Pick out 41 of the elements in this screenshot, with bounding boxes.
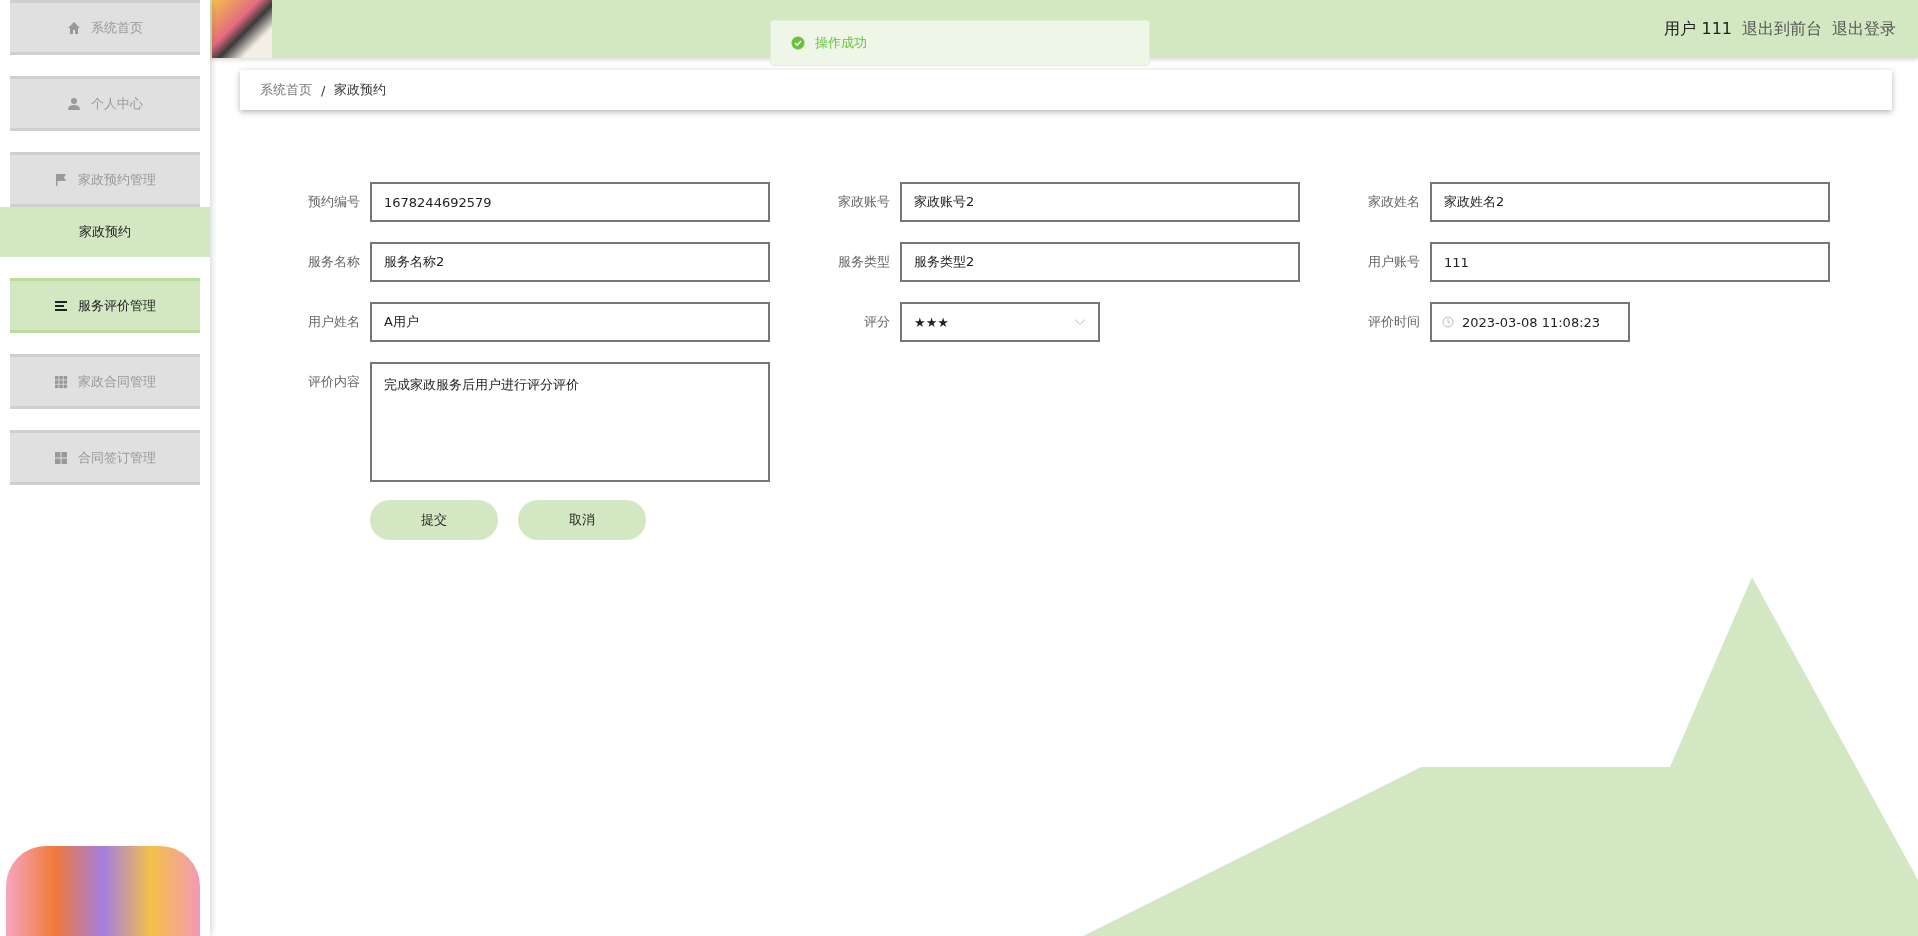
clock-icon (1442, 316, 1454, 328)
toast-message: 操作成功 (815, 34, 867, 52)
field-label: 家政姓名 (1367, 193, 1420, 211)
logo-placeholder (212, 0, 272, 58)
field-label: 评价内容 (307, 373, 360, 391)
field-label: 评价时间 (1367, 313, 1420, 331)
chevron-down-icon (1074, 318, 1086, 326)
text-field[interactable]: 1678244692579 (370, 182, 770, 222)
rating-select[interactable]: ★★★ (900, 302, 1100, 342)
field-label: 服务名称 (307, 253, 360, 271)
field-label: 用户姓名 (307, 313, 360, 331)
text-field[interactable]: 服务类型2 (900, 242, 1300, 282)
field-label: 家政账号 (837, 193, 890, 211)
header-link[interactable]: 退出到前台 (1742, 18, 1822, 40)
datetime-field[interactable]: 2023-03-08 11:08:23 (1430, 302, 1630, 342)
field-label: 服务类型 (837, 253, 890, 271)
flag-icon (54, 172, 68, 187)
textarea-field[interactable]: 完成家政服务后用户进行评分评价 (370, 362, 770, 482)
text-field[interactable]: 111 (1430, 242, 1830, 282)
form-button[interactable]: 取消 (518, 500, 646, 540)
text-field[interactable]: 家政姓名2 (1430, 182, 1830, 222)
home-icon (67, 20, 81, 35)
sidebar-item[interactable]: 服务评价管理 (10, 278, 200, 333)
submenu-item[interactable]: 家政预约 (0, 207, 210, 257)
dashboard-icon (54, 450, 68, 465)
user-name: 用户 111 (1664, 18, 1732, 40)
check-circle-icon (791, 36, 805, 50)
text-field[interactable]: 服务名称2 (370, 242, 770, 282)
text-field[interactable]: 家政账号2 (900, 182, 1300, 222)
breadcrumb-link[interactable]: 系统首页 (260, 81, 312, 99)
header-link[interactable]: 退出登录 (1832, 18, 1896, 40)
field-label: 用户账号 (1367, 253, 1420, 271)
user-icon (67, 96, 81, 111)
field-label: 评分 (863, 313, 890, 331)
breadcrumb-link[interactable]: 家政预约 (334, 81, 387, 99)
field-label: 预约编号 (307, 193, 360, 211)
form-button[interactable]: 提交 (370, 500, 498, 540)
menu-icon (54, 298, 68, 313)
breadcrumb-separator: / (321, 82, 326, 98)
text-field[interactable]: A用户 (370, 302, 770, 342)
grid-icon (54, 374, 68, 389)
